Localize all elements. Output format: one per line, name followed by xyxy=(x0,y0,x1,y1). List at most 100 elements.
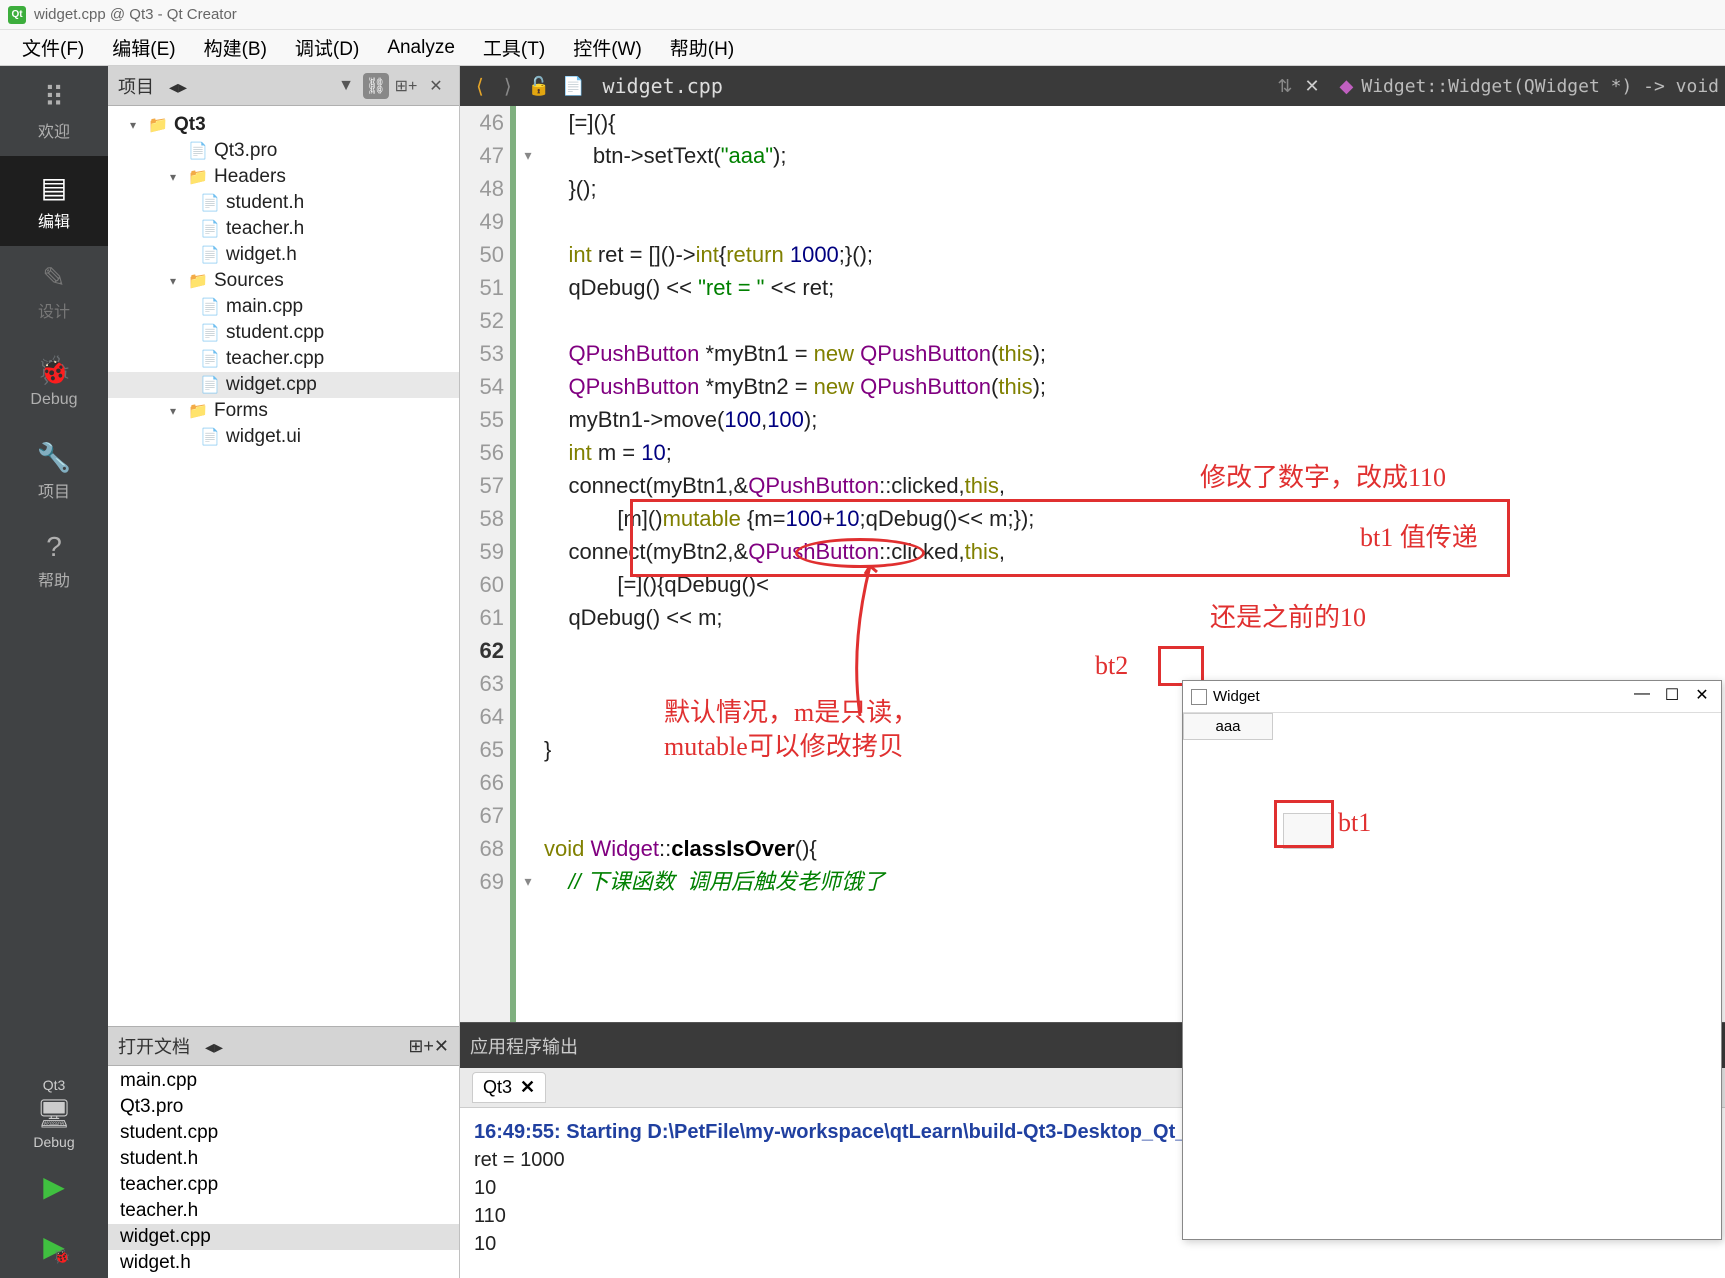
opendoc-item-selected[interactable]: widget.cpp xyxy=(108,1224,459,1250)
app-body: aaa xyxy=(1183,713,1721,1239)
tree-file[interactable]: 📄teacher.h xyxy=(108,216,459,242)
wrench-icon: 🔧 xyxy=(37,441,72,474)
menu-help[interactable]: 帮助(H) xyxy=(656,28,748,67)
app-icon xyxy=(1191,689,1207,705)
tree-file[interactable]: 📄student.cpp xyxy=(108,320,459,346)
project-panel: 项目 ◂▸ ▼ ⛓ ⊞+ ✕ ▾📁Qt3 📄Qt3.pro ▾📁Headers … xyxy=(108,66,460,1278)
symbol-icon: ◆ xyxy=(1340,76,1354,97)
menu-debug[interactable]: 调试(D) xyxy=(281,28,373,67)
run-debug-button[interactable]: ▶🐞 xyxy=(0,1218,108,1278)
menu-file[interactable]: 文件(F) xyxy=(8,28,98,67)
mode-projects[interactable]: 🔧项目 xyxy=(0,426,108,516)
opendoc-item[interactable]: Qt3.pro xyxy=(108,1094,459,1120)
nav-forward-button[interactable]: ⟩ xyxy=(494,74,522,99)
opendoc-item[interactable]: widget.h xyxy=(108,1250,459,1276)
opendocs-list: main.cpp Qt3.pro student.cpp student.h t… xyxy=(108,1066,459,1278)
tree-file[interactable]: 📄widget.h xyxy=(108,242,459,268)
close-tab-icon[interactable]: ✕ xyxy=(520,1077,535,1097)
close-button[interactable]: ✕ xyxy=(1687,685,1717,705)
folder-icon: 📁 xyxy=(188,167,210,187)
bug-icon: 🐞 xyxy=(37,354,72,387)
output-tab[interactable]: Qt3✕ xyxy=(472,1072,546,1103)
tree-file[interactable]: 📄widget.ui xyxy=(108,424,459,450)
project-tree: ▾📁Qt3 📄Qt3.pro ▾📁Headers 📄student.h 📄tea… xyxy=(108,106,459,1026)
grid-icon: ⠿ xyxy=(44,81,65,114)
file-icon: 📄 xyxy=(188,141,210,161)
split-icon[interactable]: ⊞+ xyxy=(393,73,419,99)
cpp-file-icon: 📄 xyxy=(200,323,222,343)
cpp-file-icon: 📄 xyxy=(200,375,222,395)
breadcrumb[interactable]: Widget::Widget(QWidget *) -> void xyxy=(1361,76,1719,97)
opendocs-selector[interactable]: 打开文档 ◂▸ xyxy=(118,1033,223,1059)
mode-design[interactable]: ✎设计 xyxy=(0,246,108,336)
opendoc-item[interactable]: teacher.h xyxy=(108,1198,459,1224)
close-editor-button[interactable]: ✕ xyxy=(1292,76,1331,97)
menu-widgets[interactable]: 控件(W) xyxy=(559,28,656,67)
menu-analyze[interactable]: Analyze xyxy=(373,31,469,65)
editor-toolbar: ⟨ ⟩ 🔓 📄 widget.cpp ⇅ ✕ ◆ Widget::Widget(… xyxy=(460,66,1725,106)
h-file-icon: 📄 xyxy=(200,245,222,265)
app-titlebar[interactable]: Widget — ☐ ✕ xyxy=(1183,681,1721,713)
folder-icon: 📁 xyxy=(188,401,210,421)
qt-logo-icon: Qt xyxy=(8,6,26,24)
filter-icon[interactable]: ▼ xyxy=(333,73,359,99)
app-button-aaa[interactable]: aaa xyxy=(1183,713,1273,740)
mode-edit[interactable]: ▤编辑 xyxy=(0,156,108,246)
file-icon: 📄 xyxy=(556,76,590,97)
play-icon: ▶ xyxy=(43,1170,65,1203)
maximize-button[interactable]: ☐ xyxy=(1657,685,1687,705)
fold-column[interactable]: ▾▾ xyxy=(516,106,540,1022)
tree-headers-folder[interactable]: ▾📁Headers xyxy=(108,164,459,190)
folder-icon: 📁 xyxy=(188,271,210,291)
mode-welcome[interactable]: ⠿欢迎 xyxy=(0,66,108,156)
tree-file[interactable]: 📄student.h xyxy=(108,190,459,216)
h-file-icon: 📄 xyxy=(200,193,222,213)
tree-file[interactable]: 📄teacher.cpp xyxy=(108,346,459,372)
cpp-file-icon: 📄 xyxy=(200,297,222,317)
menu-build[interactable]: 构建(B) xyxy=(190,28,281,67)
mode-debug[interactable]: 🐞Debug xyxy=(0,336,108,426)
line-gutter[interactable]: 4647484950515253545556575859606162636465… xyxy=(460,106,516,1022)
menu-tools[interactable]: 工具(T) xyxy=(469,28,559,67)
ui-file-icon: 📄 xyxy=(200,427,222,447)
mode-help[interactable]: ?帮助 xyxy=(0,516,108,606)
close-panel-icon[interactable]: ✕ xyxy=(423,73,449,99)
play-bug-icon: ▶🐞 xyxy=(43,1230,65,1263)
project-panel-header: 项目 ◂▸ ▼ ⛓ ⊞+ ✕ xyxy=(108,66,459,106)
tree-file[interactable]: 📄main.cpp xyxy=(108,294,459,320)
mode-sidebar: ⠿欢迎 ▤编辑 ✎设计 🐞Debug 🔧项目 ?帮助 Qt3 🖥 Debug ▶… xyxy=(0,66,108,1278)
close-panel-icon[interactable]: ✕ xyxy=(434,1036,449,1057)
output-title: 应用程序输出 xyxy=(470,1033,578,1059)
opendoc-item[interactable]: main.cpp xyxy=(108,1068,459,1094)
menu-bar: 文件(F) 编辑(E) 构建(B) 调试(D) Analyze 工具(T) 控件… xyxy=(0,30,1725,66)
lock-icon[interactable]: 🔓 xyxy=(522,76,556,97)
cpp-file-icon: 📄 xyxy=(200,349,222,369)
run-button[interactable]: ▶ xyxy=(0,1158,108,1218)
updown-icon[interactable]: ⇅ xyxy=(1277,76,1292,97)
running-app-window[interactable]: Widget — ☐ ✕ aaa xyxy=(1182,680,1722,1240)
current-file-name[interactable]: widget.cpp xyxy=(602,74,722,98)
h-file-icon: 📄 xyxy=(200,219,222,239)
tree-file-selected[interactable]: 📄widget.cpp xyxy=(108,372,459,398)
tree-pro-file[interactable]: 📄Qt3.pro xyxy=(108,138,459,164)
pencil-icon: ✎ xyxy=(42,261,65,294)
opendoc-item[interactable]: student.h xyxy=(108,1146,459,1172)
title-bar: Qt widget.cpp @ Qt3 - Qt Creator xyxy=(0,0,1725,30)
tree-forms-folder[interactable]: ▾📁Forms xyxy=(108,398,459,424)
link-icon[interactable]: ⛓ xyxy=(363,73,389,99)
opendoc-item[interactable]: teacher.cpp xyxy=(108,1172,459,1198)
app-button-bt1[interactable] xyxy=(1283,813,1333,849)
menu-edit[interactable]: 编辑(E) xyxy=(98,28,189,67)
tree-project-root[interactable]: ▾📁Qt3 xyxy=(108,112,459,138)
folder-icon: 📁 xyxy=(148,115,170,135)
nav-back-button[interactable]: ⟨ xyxy=(466,74,494,99)
opendoc-item[interactable]: student.cpp xyxy=(108,1120,459,1146)
split-icon[interactable]: ⊞+ xyxy=(408,1036,434,1057)
help-icon: ? xyxy=(46,531,62,563)
minimize-button[interactable]: — xyxy=(1627,685,1657,705)
tree-sources-folder[interactable]: ▾📁Sources xyxy=(108,268,459,294)
kit-selector[interactable]: Qt3 🖥 Debug xyxy=(0,1069,108,1158)
edit-icon: ▤ xyxy=(41,171,67,204)
window-title: widget.cpp @ Qt3 - Qt Creator xyxy=(34,6,237,23)
project-view-selector[interactable]: 项目 ◂▸ xyxy=(118,73,329,99)
